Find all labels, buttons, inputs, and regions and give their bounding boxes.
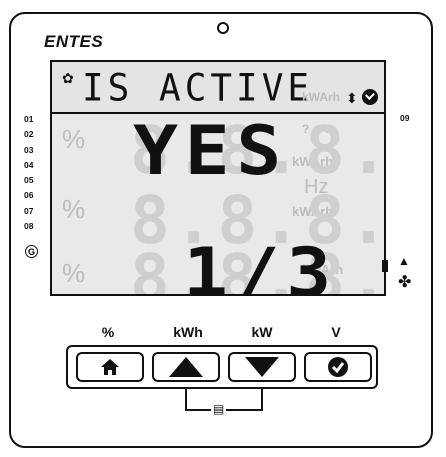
button-panel [66, 345, 378, 389]
home-button[interactable] [76, 352, 144, 382]
ghost-percent-icon: % [62, 258, 86, 288]
value-row-3: 1/3 [182, 234, 338, 296]
value-row-1: YES [132, 112, 288, 191]
ground-icon: G [25, 245, 38, 258]
up-button[interactable] [152, 352, 220, 382]
channel-label: 07 [24, 205, 34, 216]
channel-label-right: 09 [400, 113, 410, 123]
status-text: IS ACTIVE [82, 66, 314, 111]
brand-logo: ENTES [44, 32, 104, 51]
ghost-percent-icon: % [62, 124, 86, 154]
label-kw: kW [251, 324, 273, 340]
gear-icon: ✿ [62, 70, 74, 86]
channel-label: 08 [24, 221, 34, 232]
alarm-bell-icon: ▲ [398, 254, 410, 268]
ok-button[interactable] [304, 352, 372, 382]
channel-label: 01 [24, 114, 34, 124]
label-v: V [331, 324, 341, 340]
channel-label: 02 [24, 129, 34, 140]
channel-label: 03 [24, 144, 34, 155]
fan-icon: ✤ [398, 274, 412, 291]
channel-label: 05 [24, 175, 34, 186]
channel-label: 06 [24, 190, 34, 201]
triangle-up-icon [169, 357, 203, 377]
channel-label: 04 [24, 159, 34, 170]
down-button[interactable] [228, 352, 296, 382]
status-led [217, 22, 229, 34]
label-kwh: kWh [173, 324, 203, 340]
label-percent: % [101, 324, 115, 340]
side-indicator-bar [382, 260, 388, 272]
up-down-arrows-icon: ⬍ [346, 90, 358, 106]
channel-labels-left: 01 02 03 04 05 06 07 08 [24, 112, 33, 234]
lcd-display: ✿ IS ACTIVE kWArh ⬍ % % % ? ♣ ? kWArh Hz… [50, 60, 386, 296]
ghost-percent-icon: % [62, 194, 86, 224]
check-circle-icon [328, 357, 348, 377]
check-circle-icon [362, 89, 378, 105]
lcd-status-row: ✿ IS ACTIVE kWArh ⬍ [52, 62, 384, 114]
triangle-down-icon [245, 357, 279, 377]
ghost-unit-top: kWArh [302, 90, 341, 104]
home-icon [101, 359, 119, 375]
menu-book-icon: ▤ [211, 402, 227, 416]
